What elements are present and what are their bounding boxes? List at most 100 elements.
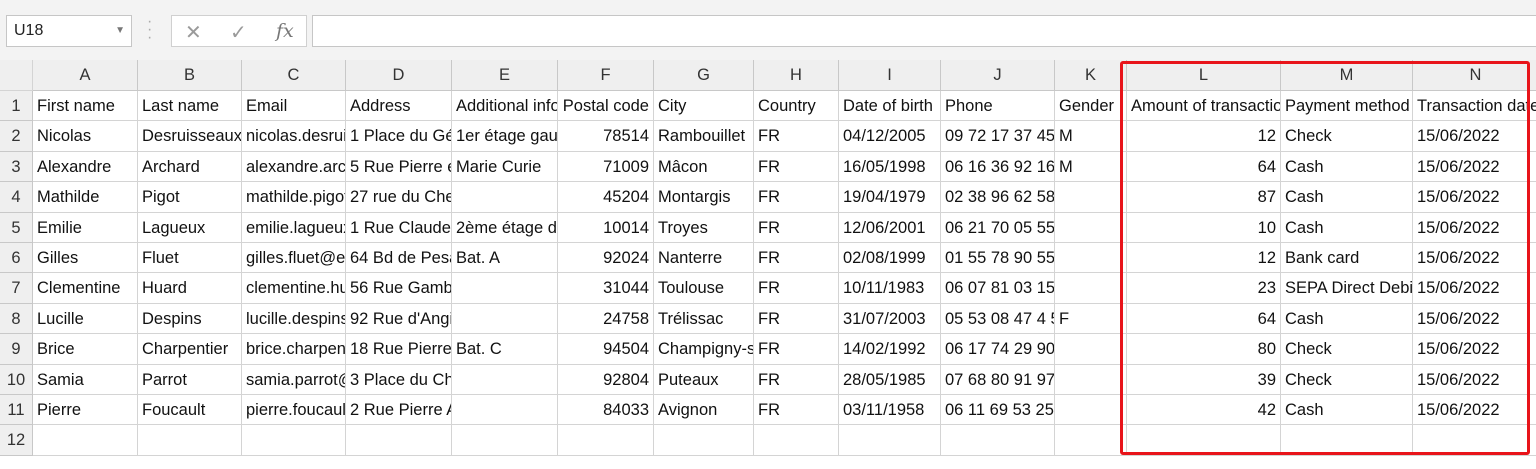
cell-k1[interactable]: Gender [1055, 91, 1127, 122]
cell-d4[interactable]: 27 rue du Chemin Vert [346, 182, 452, 213]
cell-e5[interactable]: 2ème étage du [452, 212, 558, 243]
cell-j10[interactable]: 07 68 80 91 97 [941, 364, 1055, 395]
cell-k8[interactable]: F [1055, 303, 1127, 335]
cell-i12[interactable] [839, 425, 941, 456]
cell-a9[interactable]: Brice [33, 334, 138, 365]
cell-h12[interactable] [754, 425, 839, 456]
cell-g12[interactable] [654, 425, 754, 456]
cell-k4[interactable] [1055, 182, 1127, 213]
cell-n2[interactable]: 15/06/2022 [1413, 121, 1536, 152]
cell-l4[interactable]: 87 [1127, 182, 1281, 213]
row-header-5[interactable]: 5 [0, 212, 33, 243]
row-header-3[interactable]: 3 [0, 151, 33, 183]
cell-b9[interactable]: Charpentier [138, 334, 242, 365]
cell-i1[interactable]: Date of birth [839, 91, 941, 122]
cell-c8[interactable]: lucille.despins@mail.fr [242, 303, 346, 335]
cell-k2[interactable]: M [1055, 121, 1127, 152]
cell-e4[interactable] [452, 182, 558, 213]
row-header-1[interactable]: 1 [0, 91, 33, 122]
cell-b4[interactable]: Pigot [138, 182, 242, 213]
cell-h7[interactable]: FR [754, 273, 839, 304]
cell-l5[interactable]: 10 [1127, 212, 1281, 243]
cell-i8[interactable]: 31/07/2003 [839, 303, 941, 335]
cell-n1[interactable]: Transaction date [1413, 91, 1536, 122]
cell-l12[interactable] [1127, 425, 1281, 456]
cell-f6[interactable]: 92024 [558, 243, 654, 274]
cell-m12[interactable] [1281, 425, 1413, 456]
cell-b8[interactable]: Despins [138, 303, 242, 335]
cell-i9[interactable]: 14/02/1992 [839, 334, 941, 365]
cell-i10[interactable]: 28/05/1985 [839, 364, 941, 395]
cell-e12[interactable] [452, 425, 558, 456]
cell-h10[interactable]: FR [754, 364, 839, 395]
name-box[interactable]: U18 ▼ [6, 15, 132, 47]
cell-m6[interactable]: Bank card [1281, 243, 1413, 274]
cell-f3[interactable]: 71009 [558, 151, 654, 183]
cell-j8[interactable]: 05 53 08 47 4 5 [941, 303, 1055, 335]
cell-f1[interactable]: Postal code [558, 91, 654, 122]
cell-i2[interactable]: 04/12/2005 [839, 121, 941, 152]
cell-k11[interactable] [1055, 395, 1127, 426]
cancel-icon[interactable]: ✕ [185, 20, 202, 45]
cell-f11[interactable]: 84033 [558, 395, 654, 426]
cell-d6[interactable]: 64 Bd de Pesaro [346, 243, 452, 274]
cell-c12[interactable] [242, 425, 346, 456]
column-header-f[interactable]: F [558, 60, 654, 91]
cell-f5[interactable]: 10014 [558, 212, 654, 243]
cell-n5[interactable]: 15/06/2022 [1413, 213, 1536, 243]
cell-a1[interactable]: First name [33, 91, 138, 122]
cell-g10[interactable]: Puteaux [654, 364, 754, 395]
cell-e7[interactable] [452, 273, 558, 304]
cell-j4[interactable]: 02 38 96 62 58 [941, 182, 1055, 213]
cell-e6[interactable]: Bat. A [452, 243, 558, 274]
cell-b5[interactable]: Lagueux [138, 212, 242, 243]
cell-d12[interactable] [346, 425, 452, 456]
more-options-icon[interactable]: · · · [147, 14, 152, 46]
column-header-b[interactable]: B [138, 60, 242, 91]
cell-a7[interactable]: Clementine [33, 273, 138, 304]
formula-input[interactable] [312, 15, 1536, 47]
cell-g2[interactable]: Rambouillet [654, 121, 754, 152]
cell-e2[interactable]: 1er étage gauche [452, 121, 558, 152]
cell-c7[interactable]: clementine.huard@mail.fr [242, 273, 346, 304]
cell-k7[interactable] [1055, 273, 1127, 304]
cell-m3[interactable]: Cash [1281, 151, 1413, 183]
cell-b2[interactable]: Desruisseaux [138, 121, 242, 152]
cell-f8[interactable]: 24758 [558, 303, 654, 335]
column-header-i[interactable]: I [839, 60, 941, 91]
cell-j5[interactable]: 06 21 70 05 55 [941, 212, 1055, 243]
cell-l7[interactable]: 23 [1127, 273, 1281, 304]
cell-g4[interactable]: Montargis [654, 182, 754, 213]
enter-icon[interactable]: ✓ [230, 20, 247, 45]
cell-i4[interactable]: 19/04/1979 [839, 182, 941, 213]
cell-j7[interactable]: 06 07 81 03 15 [941, 273, 1055, 304]
column-header-n[interactable]: N [1413, 60, 1536, 91]
cell-f9[interactable]: 94504 [558, 334, 654, 365]
cell-l2[interactable]: 12 [1127, 121, 1281, 152]
column-header-k[interactable]: K [1055, 60, 1127, 91]
cell-g11[interactable]: Avignon [654, 395, 754, 426]
cell-c10[interactable]: samia.parrot@mail.fr [242, 364, 346, 395]
cell-g1[interactable]: City [654, 91, 754, 122]
cell-d2[interactable]: 1 Place du Général [346, 121, 452, 152]
select-all-corner[interactable] [0, 60, 33, 91]
cell-d1[interactable]: Address [346, 91, 452, 122]
cell-f4[interactable]: 45204 [558, 182, 654, 213]
cell-k12[interactable] [1055, 425, 1127, 456]
cell-h6[interactable]: FR [754, 243, 839, 274]
column-header-g[interactable]: G [654, 60, 754, 91]
cell-e1[interactable]: Additional info [452, 91, 558, 122]
cell-e11[interactable] [452, 395, 558, 426]
cell-m4[interactable]: Cash [1281, 182, 1413, 213]
cell-m2[interactable]: Check [1281, 121, 1413, 152]
column-header-e[interactable]: E [452, 60, 558, 91]
cell-b12[interactable] [138, 425, 242, 456]
cell-j1[interactable]: Phone [941, 91, 1055, 122]
cell-g6[interactable]: Nanterre [654, 243, 754, 274]
cell-k10[interactable] [1055, 364, 1127, 395]
cell-m7[interactable]: SEPA Direct Debit [1281, 273, 1413, 304]
cell-d3[interactable]: 5 Rue Pierre et [346, 151, 452, 183]
cell-c3[interactable]: alexandre.archard@mail.fr [242, 151, 346, 183]
cell-m11[interactable]: Cash [1281, 395, 1413, 426]
column-header-c[interactable]: C [242, 60, 346, 91]
